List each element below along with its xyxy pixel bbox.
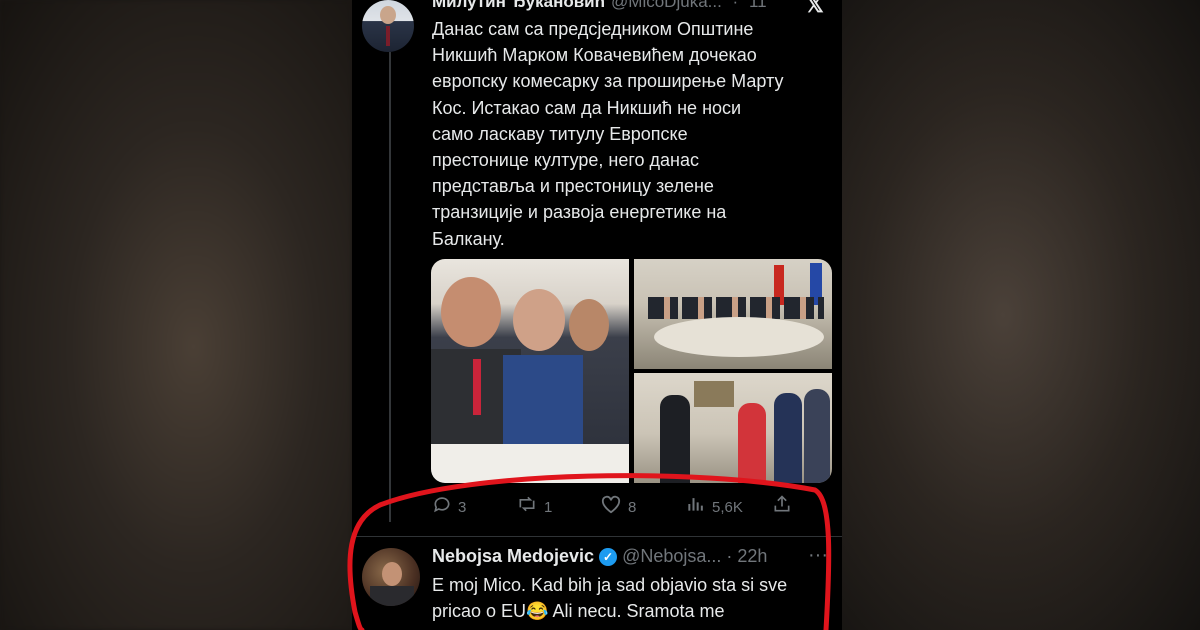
reply-text: E moj Mico. Kad bih ja sad objavio sta s… [432,572,832,624]
share-icon [772,494,792,520]
reply-header: Nebojsa Medojevic ✓ @Nebojsa... · 22h [432,546,768,567]
tweet-header: Милутин Ђукановић @MicoDjuka... · 11 [432,0,767,12]
tweet-text-line: престонице културе, него данас [432,150,699,171]
more-options-icon[interactable]: ··· [808,544,828,567]
round-table-photo[interactable] [634,259,832,369]
avatar[interactable] [362,0,414,52]
thread-connector-line [389,52,391,522]
tweet-image-grid [431,259,832,483]
tweet-text-line: транзиције и развоја енергетике на [432,202,727,223]
blurred-background-right [842,0,1200,630]
author-handle[interactable]: @MicoDjuka... [611,0,722,11]
reply-author-handle[interactable]: @Nebojsa... [622,546,721,567]
verified-badge-icon: ✓ [599,547,618,566]
tweet-time: 11 [748,0,767,11]
views-action[interactable]: 5,6K [686,494,743,520]
heart-icon [600,494,622,520]
tweet-text-line: Никшић Марком Ковачевићем дочекао [432,45,757,66]
share-action[interactable] [772,494,792,520]
repost-count: 1 [544,498,553,516]
reply-time: 22h [737,546,768,566]
tweet-text-line: представља и престоницу зелене [432,176,714,197]
views-icon [686,494,706,520]
reply-author-name[interactable]: Nebojsa Medojevic [432,546,594,567]
blurred-background-left [0,0,352,630]
like-action[interactable]: 8 [600,494,636,520]
handshake-photo[interactable] [634,373,832,483]
reply-count: 3 [458,498,467,516]
tweet-text-line: само ласкаву титулу Европске [432,123,688,144]
meeting-closeup-photo[interactable] [431,259,629,483]
author-name[interactable]: Милутин Ђукановић [432,0,605,11]
avatar[interactable] [362,548,420,606]
reply-action[interactable]: 3 [432,494,466,520]
repost-icon [516,494,538,520]
reply-text-line: pricao o EU😂 Ali necu. Sramota me [432,601,725,621]
reply-icon [432,494,452,520]
reply-text-line: E moj Mico. Kad bih ja sad objavio sta s… [432,575,788,595]
tweet-text: Данас сам са предсједником Општине Никши… [432,16,837,252]
divider [352,536,842,537]
repost-action[interactable]: 1 [516,494,552,520]
tweet-text-line: Данас сам са предсједником Општине [432,19,754,39]
like-count: 8 [628,498,637,516]
tweet-text-line: Балкану. [432,228,505,249]
views-count: 5,6K [712,498,743,516]
tweet-text-line: Кос. Истакао сам да Никшић не носи [432,97,742,118]
tweet-text-line: европску комесарку за проширење Марту [432,71,784,92]
